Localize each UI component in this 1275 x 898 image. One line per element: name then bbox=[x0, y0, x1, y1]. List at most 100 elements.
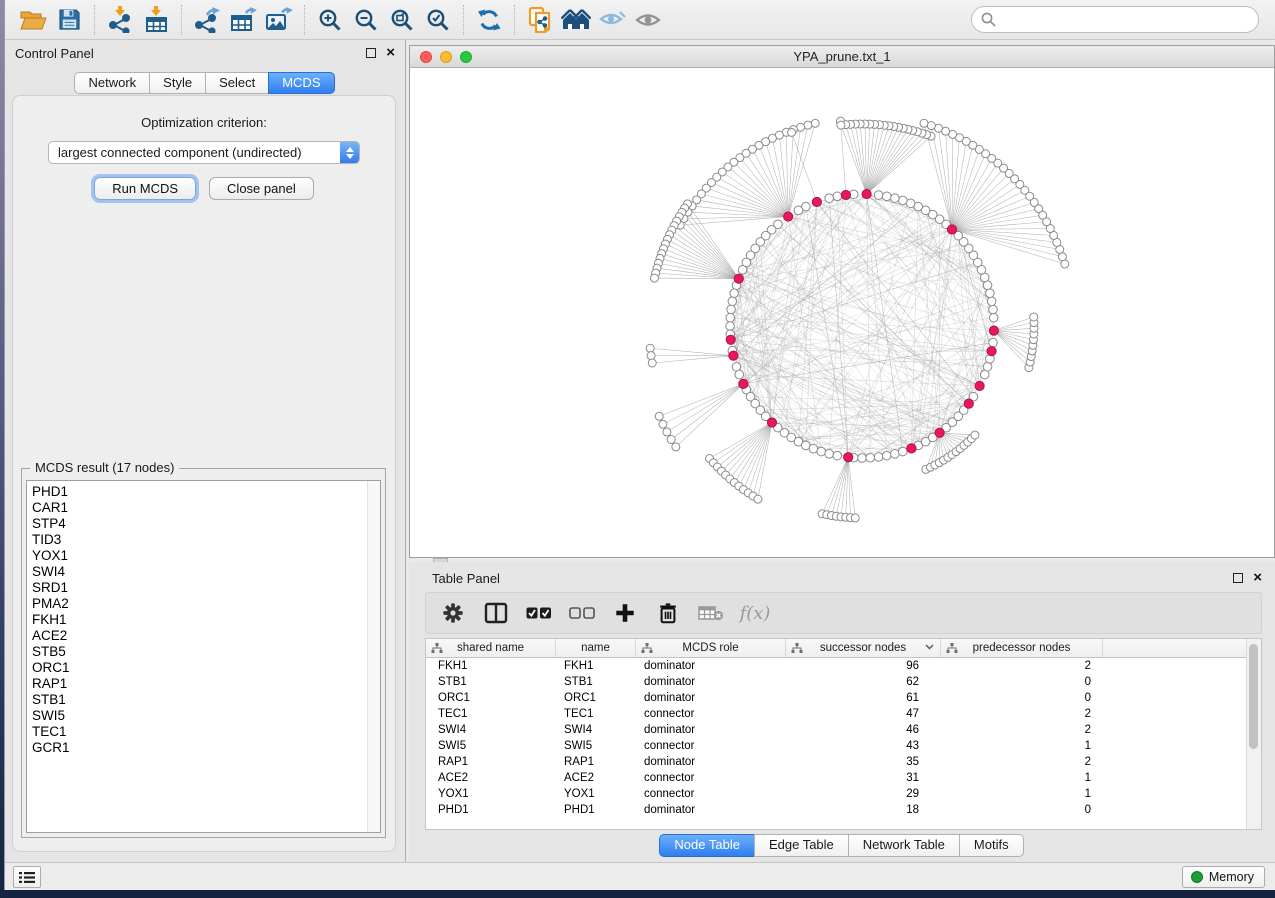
mcds-graph-node[interactable] bbox=[767, 418, 776, 427]
tab-style[interactable]: Style bbox=[149, 72, 206, 94]
criterion-select[interactable]: largest connected component (undirected) bbox=[48, 141, 360, 164]
mcds-result-item[interactable]: SRD1 bbox=[27, 580, 380, 596]
hide-selected-eye-icon[interactable] bbox=[594, 4, 630, 36]
graph-node[interactable] bbox=[1061, 260, 1069, 268]
tab-select[interactable]: Select bbox=[205, 72, 269, 94]
deselect-all-checkbox-icon[interactable] bbox=[565, 596, 599, 630]
graph-node[interactable] bbox=[650, 274, 658, 282]
zoom-in-icon[interactable] bbox=[312, 4, 348, 36]
export-image-icon[interactable] bbox=[261, 4, 297, 36]
export-table-icon[interactable] bbox=[225, 4, 261, 36]
show-all-eye-icon[interactable] bbox=[630, 4, 666, 36]
graph-node[interactable] bbox=[989, 313, 998, 322]
graph-node[interactable] bbox=[1030, 313, 1038, 321]
tab-edge-table[interactable]: Edge Table bbox=[754, 834, 849, 857]
close-table-panel-icon[interactable]: × bbox=[1253, 573, 1262, 583]
graph-node[interactable] bbox=[672, 443, 680, 451]
split-view-icon[interactable] bbox=[479, 596, 513, 630]
tab-node-table[interactable]: Node Table bbox=[659, 834, 755, 857]
mcds-graph-node[interactable] bbox=[841, 190, 850, 199]
delete-icon[interactable] bbox=[651, 596, 685, 630]
mcds-graph-node[interactable] bbox=[975, 381, 984, 390]
mcds-list-scrollbar[interactable] bbox=[367, 481, 380, 832]
column-header-MCDS-role[interactable]: MCDS role bbox=[636, 639, 786, 657]
graph-node[interactable] bbox=[882, 192, 891, 201]
settings-gear-icon[interactable] bbox=[436, 596, 470, 630]
graph-node[interactable] bbox=[833, 451, 842, 460]
graph-node[interactable] bbox=[804, 121, 812, 129]
graph-node[interactable] bbox=[833, 192, 842, 201]
mcds-result-list[interactable]: PHD1CAR1STP4TID3YOX1SWI4SRD1PMA2FKH1ACE2… bbox=[26, 480, 381, 833]
mcds-graph-node[interactable] bbox=[907, 444, 916, 453]
graph-node[interactable] bbox=[735, 370, 744, 379]
tab-network[interactable]: Network bbox=[74, 72, 150, 94]
graph-node[interactable] bbox=[874, 453, 883, 462]
select-all-checkbox-icon[interactable] bbox=[522, 596, 556, 630]
graph-node[interactable] bbox=[891, 194, 900, 203]
mcds-graph-node[interactable] bbox=[784, 212, 793, 221]
graph-node[interactable] bbox=[647, 352, 655, 360]
mcds-result-item[interactable]: ORC1 bbox=[27, 660, 380, 676]
table-row[interactable]: SWI5SWI5connector431 bbox=[426, 738, 1261, 754]
mcds-result-item[interactable]: PHD1 bbox=[27, 484, 380, 500]
graph-node[interactable] bbox=[989, 338, 998, 347]
graph-node[interactable] bbox=[837, 121, 845, 129]
search-field[interactable] bbox=[971, 6, 1259, 33]
column-header-shared-name[interactable]: shared name bbox=[426, 639, 556, 657]
graph-node[interactable] bbox=[648, 359, 656, 367]
mcds-graph-node[interactable] bbox=[844, 453, 853, 462]
mcds-graph-node[interactable] bbox=[947, 225, 956, 234]
mcds-result-item[interactable]: STP4 bbox=[27, 516, 380, 532]
export-network-icon[interactable] bbox=[189, 4, 225, 36]
column-header-predecessor-nodes[interactable]: predecessor nodes bbox=[941, 639, 1103, 657]
graph-node[interactable] bbox=[726, 313, 735, 322]
mcds-result-item[interactable]: FKH1 bbox=[27, 612, 380, 628]
network-canvas[interactable] bbox=[410, 68, 1274, 557]
import-table-icon[interactable] bbox=[138, 4, 174, 36]
run-mcds-button[interactable]: Run MCDS bbox=[94, 177, 196, 200]
mcds-result-item[interactable]: YOX1 bbox=[27, 548, 380, 564]
table-row[interactable]: STB1STB1dominator620 bbox=[426, 674, 1261, 690]
mcds-graph-node[interactable] bbox=[726, 335, 735, 344]
graph-node[interactable] bbox=[663, 428, 671, 436]
graph-node[interactable] bbox=[728, 297, 737, 306]
close-panel-icon[interactable]: × bbox=[386, 48, 395, 58]
graph-node[interactable] bbox=[825, 194, 834, 203]
table-row[interactable]: ORC1ORC1dominator610 bbox=[426, 690, 1261, 706]
column-header-name[interactable]: name bbox=[556, 639, 636, 657]
table-row[interactable]: RAP1RAP1dominator352 bbox=[426, 754, 1261, 770]
graph-node[interactable] bbox=[727, 305, 736, 314]
table-row[interactable]: SWI4SWI4dominator462 bbox=[426, 722, 1261, 738]
graph-node[interactable] bbox=[794, 206, 803, 215]
node-table[interactable]: shared namenameMCDS rolesuccessor nodesp… bbox=[425, 638, 1262, 830]
tab-network-table[interactable]: Network Table bbox=[848, 834, 960, 857]
graph-node[interactable] bbox=[927, 122, 935, 130]
task-history-button[interactable] bbox=[13, 866, 41, 888]
open-file-icon[interactable] bbox=[15, 4, 51, 36]
graph-node[interactable] bbox=[788, 128, 796, 136]
column-header-successor-nodes[interactable]: successor nodes bbox=[786, 639, 941, 657]
graph-node[interactable] bbox=[986, 289, 995, 298]
graph-node[interactable] bbox=[655, 412, 663, 420]
float-table-panel-icon[interactable] bbox=[1233, 573, 1243, 583]
mcds-result-item[interactable]: SWI4 bbox=[27, 564, 380, 580]
mcds-result-item[interactable]: PMA2 bbox=[27, 596, 380, 612]
graph-node[interactable] bbox=[989, 305, 998, 314]
mcds-result-item[interactable]: SWI5 bbox=[27, 708, 380, 724]
graph-node[interactable] bbox=[971, 431, 979, 439]
graph-node[interactable] bbox=[754, 495, 762, 503]
graph-node[interactable] bbox=[874, 191, 883, 200]
graph-node[interactable] bbox=[898, 196, 907, 205]
mcds-graph-node[interactable] bbox=[989, 326, 998, 335]
tab-mcds[interactable]: MCDS bbox=[268, 72, 334, 94]
graph-node[interactable] bbox=[659, 420, 667, 428]
table-row[interactable]: TEC1TEC1connector472 bbox=[426, 706, 1261, 722]
close-panel-button[interactable]: Close panel bbox=[209, 177, 314, 200]
graph-node[interactable] bbox=[987, 297, 996, 306]
mcds-graph-node[interactable] bbox=[734, 274, 743, 283]
mcds-graph-node[interactable] bbox=[935, 428, 944, 437]
graph-node[interactable] bbox=[817, 447, 826, 456]
graph-node[interactable] bbox=[811, 119, 819, 127]
graph-node[interactable] bbox=[866, 453, 875, 462]
graph-node[interactable] bbox=[726, 322, 735, 331]
